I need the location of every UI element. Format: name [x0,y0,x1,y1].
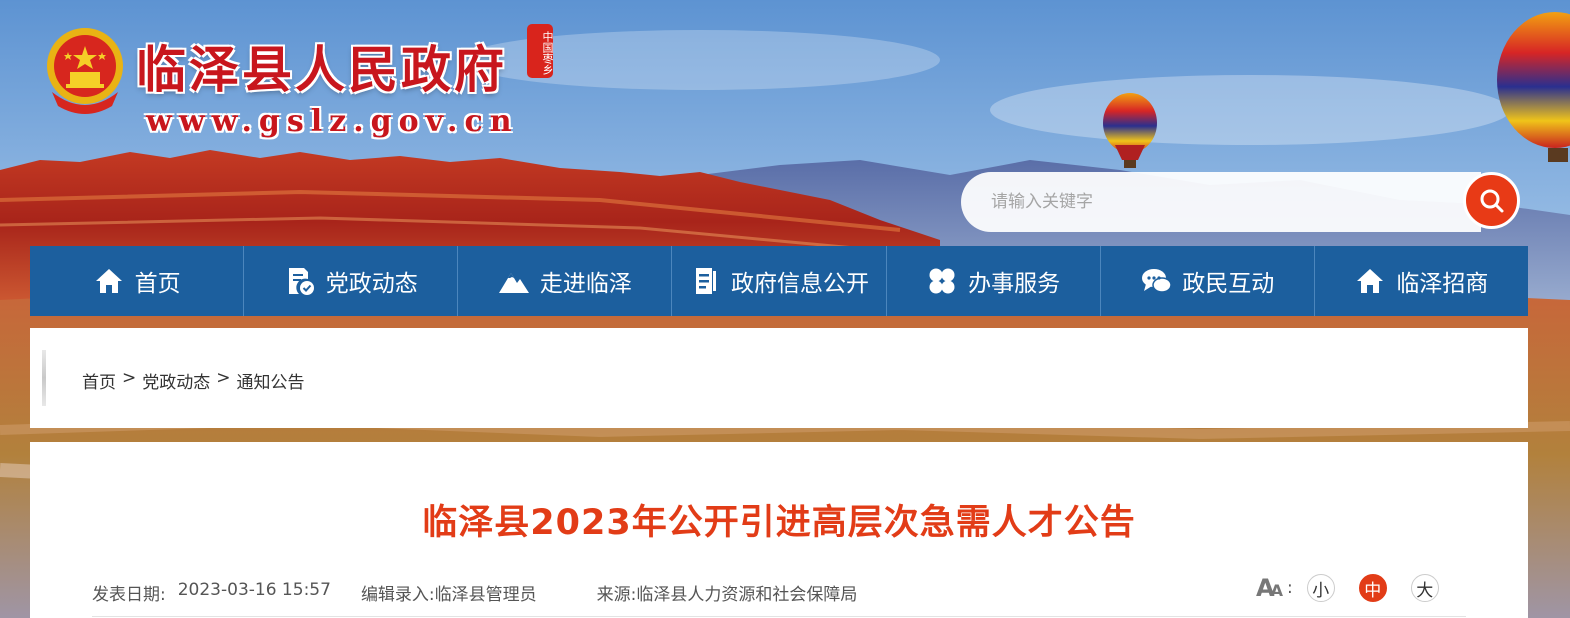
breadcrumb-party-news[interactable]: 党政动态 [142,368,210,393]
nav-item-investment[interactable]: 临泽招商 [1315,246,1528,316]
zaoxiang-seal: 中国枣乡 [527,24,554,78]
nav-item-label: 党政动态 [325,271,418,297]
breadcrumb-accent [42,350,46,406]
home-icon [95,269,122,293]
search-input[interactable] [991,172,1461,232]
search-box [961,172,1481,232]
site-url: www.gslz.gov.cn [146,104,519,139]
mountain-icon [498,273,529,293]
nav-item-gov-info[interactable]: 政府信息公开 [672,246,887,316]
font-size-icon: AA [1256,574,1283,602]
publish-date-label: 发表日期: [92,585,166,605]
font-size-colon: : [1286,578,1293,598]
article-meta: 发表日期: 2023-03-16 15:57 编辑录入: 临泽县管理员 来源: … [92,580,887,605]
article-panel: 临泽县2023年公开引进高层次急需人才公告 发表日期: 2023-03-16 1… [30,442,1528,618]
source-value: 临泽县人力资源和社会保障局 [636,585,858,605]
meta-divider [92,616,1466,617]
home-icon [1357,269,1384,293]
nav-item-label: 政府信息公开 [730,271,869,297]
nav-item-interaction[interactable]: 政民互动 [1101,246,1315,316]
font-size-large-button[interactable]: 大 [1410,574,1439,602]
nav-item-label: 首页 [134,271,181,297]
source-label: 来源: [596,585,637,605]
grid-clover-icon [929,268,955,294]
breadcrumb-separator: > [122,368,137,388]
nav-item-party-news[interactable]: 党政动态 [244,246,459,316]
nav-item-label: 政民互动 [1182,271,1275,297]
chat-bubbles-icon [1142,269,1173,293]
article-title: 临泽县2023年公开引进高层次急需人才公告 [422,503,1136,543]
nav-item-about-linze[interactable]: 走进临泽 [458,246,673,316]
nav-item-label: 办事服务 [968,271,1061,297]
nav-item-services[interactable]: 办事服务 [887,246,1101,316]
site-title[interactable]: 临泽县人民政府 [136,30,507,102]
publish-date-value: 2023-03-16 15:57 [177,580,331,600]
font-size-medium-button[interactable]: 中 [1358,574,1387,602]
nav-item-home[interactable]: 首页 [30,246,245,316]
breadcrumb: 首页 > 党政动态 > 通知公告 [82,368,305,393]
nav-item-label: 走进临泽 [539,271,632,297]
national-emblem-icon[interactable] [42,22,128,114]
breadcrumb-bar: 首页 > 党政动态 > 通知公告 [30,328,1528,428]
nav-item-label: 临泽招商 [1396,271,1489,297]
search-icon [1480,189,1503,212]
breadcrumb-notices[interactable]: 通知公告 [237,368,305,393]
editor-label: 编辑录入: [360,585,435,605]
font-size-small-button[interactable]: 小 [1306,574,1335,602]
document-list-icon [695,268,716,294]
breadcrumb-home[interactable]: 首页 [82,368,116,393]
editor-value: 临泽县管理员 [434,585,537,605]
main-nav: 首页 党政动态 走进临泽 政府信息公开 办事服务 政民互动 临泽招商 [30,246,1528,316]
breadcrumb-separator: > [216,368,231,388]
font-size-control: AA : 小 中 大 [1256,574,1463,602]
document-check-icon [288,268,314,295]
search-button[interactable] [1463,172,1520,229]
